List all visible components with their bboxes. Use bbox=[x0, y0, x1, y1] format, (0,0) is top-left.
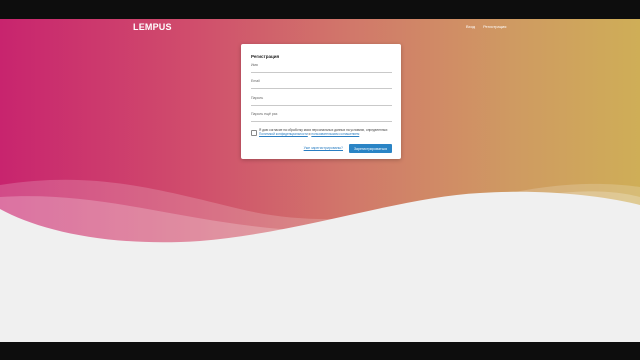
name-field-group: Имя bbox=[251, 63, 392, 73]
name-label: Имя bbox=[251, 63, 258, 67]
nav-register-link[interactable]: Регистрация bbox=[483, 24, 506, 29]
email-label: Email bbox=[251, 79, 260, 83]
form-title: Регистрация bbox=[251, 54, 280, 59]
letterbox-top bbox=[0, 0, 640, 19]
registration-card: Регистрация Имя Email Пароль Пароль ещё … bbox=[241, 44, 401, 159]
privacy-policy-link[interactable]: Политикой конфиденциальности bbox=[259, 132, 308, 136]
nav-login-link[interactable]: Вход bbox=[466, 24, 475, 29]
user-agreement-link[interactable]: пользовательским соглашением bbox=[311, 132, 359, 136]
brand-logo[interactable]: LEMPUS bbox=[133, 22, 172, 32]
password-field-group: Пароль bbox=[251, 96, 392, 106]
email-input[interactable] bbox=[251, 84, 392, 89]
register-button[interactable]: Зарегистрироваться bbox=[349, 144, 392, 153]
letterbox-bottom bbox=[0, 342, 640, 360]
top-navbar: LEMPUS Вход Регистрация bbox=[0, 19, 640, 37]
password-input[interactable] bbox=[251, 101, 392, 106]
nav-links: Вход Регистрация bbox=[466, 24, 506, 29]
consent-text: Я даю согласие на обработку моих персона… bbox=[259, 128, 392, 136]
browser-viewport: LEMPUS Вход Регистрация Регистрация Имя … bbox=[0, 19, 640, 342]
password-confirm-field-group: Пароль ещё раз bbox=[251, 112, 392, 122]
consent-checkbox[interactable] bbox=[251, 130, 257, 136]
password-label: Пароль bbox=[251, 96, 264, 100]
form-footer: Уже зарегистрированы? Зарегистрироваться bbox=[251, 144, 392, 153]
password-confirm-label: Пароль ещё раз bbox=[251, 112, 278, 116]
wave-background bbox=[0, 179, 640, 342]
email-field-group: Email bbox=[251, 79, 392, 89]
password-confirm-input[interactable] bbox=[251, 117, 392, 122]
name-input[interactable] bbox=[251, 68, 392, 73]
already-registered-link[interactable]: Уже зарегистрированы? bbox=[304, 146, 343, 150]
